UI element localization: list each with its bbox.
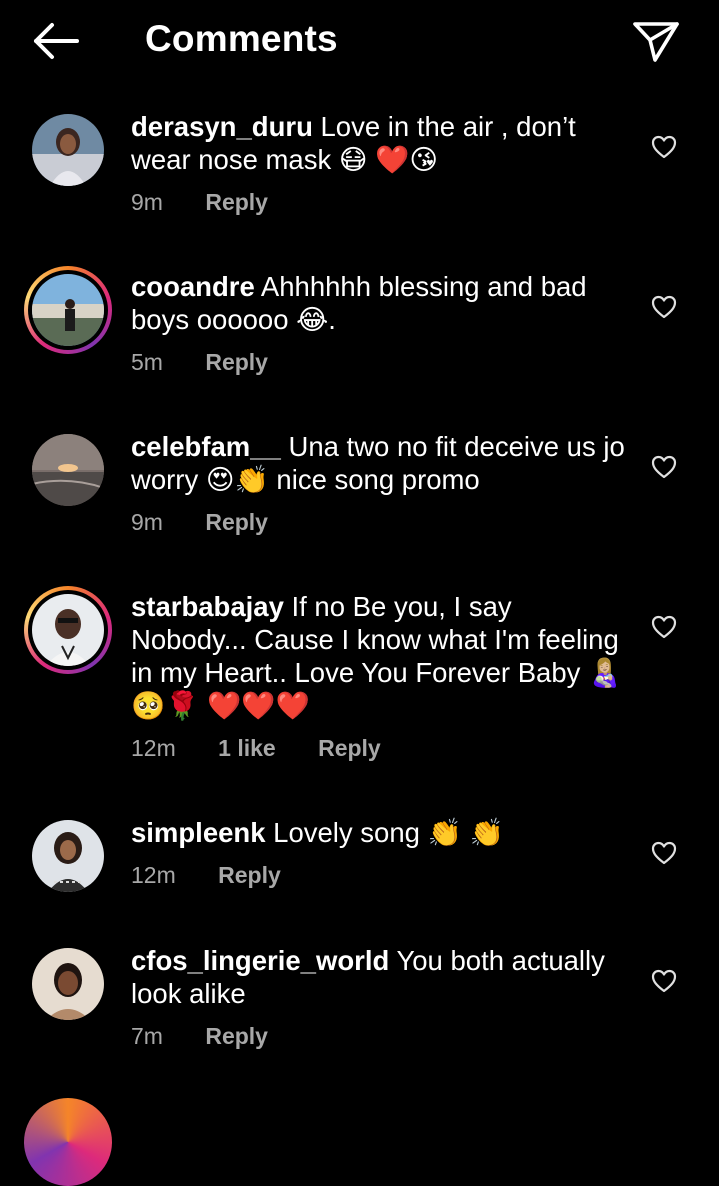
comment-meta: 12m Reply — [131, 859, 631, 891]
comment-body: celebfam__ Una two no fit deceive us jo … — [131, 430, 631, 538]
comment-username[interactable]: simpleenk — [131, 817, 266, 848]
comment-meta: 9m Reply — [131, 186, 631, 218]
comment-body: starbabajay If no Be you, I say Nobody..… — [131, 590, 631, 764]
comment-username[interactable]: starbabajay — [131, 591, 284, 622]
like-button[interactable] — [651, 615, 677, 639]
comment-meta: 7m Reply — [131, 1020, 631, 1052]
heart-outline-icon — [651, 455, 677, 479]
avatar — [32, 274, 104, 346]
share-button[interactable] — [630, 18, 682, 64]
back-button[interactable] — [30, 20, 82, 62]
comment-time: 12m — [131, 862, 176, 888]
heart-outline-icon — [651, 969, 677, 993]
like-button[interactable] — [651, 455, 677, 479]
comment-body: cooandre Ahhhhhh blessing and bad boys o… — [131, 270, 631, 378]
comment-time: 9m — [131, 509, 163, 535]
like-button[interactable] — [651, 295, 677, 319]
like-button[interactable] — [651, 969, 677, 993]
comment-username[interactable]: cfos_lingerie_world — [131, 945, 389, 976]
reply-button[interactable]: Reply — [205, 509, 268, 535]
comment-body: simpleenk Lovely song 👏 👏 12m Reply — [131, 816, 631, 891]
heart-outline-icon — [651, 135, 677, 159]
heart-outline-icon — [651, 295, 677, 319]
avatar[interactable] — [32, 948, 104, 1020]
avatar-story-ring[interactable] — [24, 586, 112, 674]
comment-meta: 5m Reply — [131, 346, 631, 378]
reply-button[interactable]: Reply — [205, 189, 268, 215]
comment-time: 12m — [131, 735, 176, 761]
avatar[interactable] — [32, 820, 104, 892]
heart-outline-icon — [651, 615, 677, 639]
comment-body: cfos_lingerie_world You both actually lo… — [131, 944, 631, 1052]
avatar[interactable] — [32, 434, 104, 506]
avatar-story-ring[interactable] — [24, 266, 112, 354]
reply-button[interactable]: Reply — [218, 862, 281, 888]
comment-username[interactable]: derasyn_duru — [131, 111, 313, 142]
header-bar: Comments — [0, 0, 719, 84]
reply-button[interactable]: Reply — [205, 1023, 268, 1049]
comment-time: 9m — [131, 189, 163, 215]
likes-count[interactable]: 1 like — [218, 735, 276, 761]
comment-username[interactable]: cooandre — [131, 271, 255, 302]
paper-plane-icon — [633, 22, 679, 62]
arrow-left-icon — [34, 23, 79, 59]
comment-body: derasyn_duru Love in the air , don’t wea… — [131, 110, 631, 218]
like-button[interactable] — [651, 841, 677, 865]
avatar[interactable] — [32, 114, 104, 186]
page-title: Comments — [145, 18, 338, 59]
reply-button[interactable]: Reply — [205, 349, 268, 375]
comment-time: 7m — [131, 1023, 163, 1049]
comment-meta: 9m Reply — [131, 506, 631, 538]
like-button[interactable] — [651, 135, 677, 159]
reply-button[interactable]: Reply — [318, 735, 381, 761]
comment-text: Lovely song 👏 👏 — [273, 817, 504, 848]
heart-outline-icon — [651, 841, 677, 865]
avatar — [32, 594, 104, 666]
comment-time: 5m — [131, 349, 163, 375]
comment-username[interactable]: celebfam__ — [131, 431, 281, 462]
avatar-story-ring[interactable] — [24, 1098, 112, 1186]
comment-meta: 12m 1 like Reply — [131, 732, 631, 764]
